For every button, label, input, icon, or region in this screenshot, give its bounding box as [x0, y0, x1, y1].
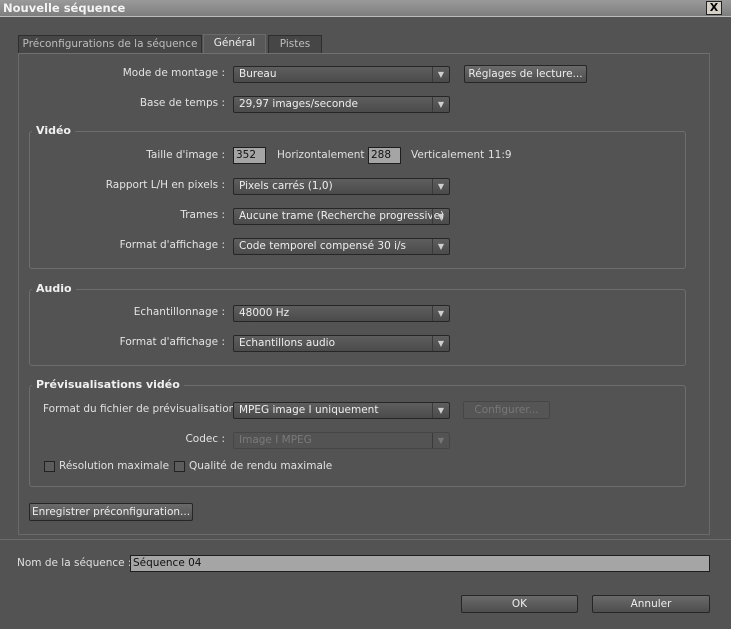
pixel-aspect-dropdown[interactable]: Pixels carrés (1,0) ▼ [233, 178, 450, 195]
frame-size-label: Taille d'image : [146, 149, 225, 161]
video-display-format-value: Code temporel compensé 30 i/s [239, 240, 407, 252]
ok-button[interactable]: OK [461, 595, 578, 613]
preview-format-dropdown[interactable]: MPEG image I uniquement ▼ [233, 402, 450, 419]
fields-dropdown[interactable]: Aucune trame (Recherche progressive) ▼ [233, 208, 450, 225]
audio-display-format-label: Format d'affichage : [119, 336, 225, 348]
chevron-down-icon: ▼ [432, 179, 449, 194]
tab-general[interactable]: Général [203, 34, 266, 54]
close-button[interactable]: X [706, 1, 722, 15]
chevron-down-icon: ▼ [432, 209, 449, 224]
audio-display-format-value: Echantillons audio [239, 337, 336, 349]
video-previews-group-title: Prévisualisations vidéo [32, 378, 184, 391]
chevron-down-icon: ▼ [432, 306, 449, 321]
tab-tracks[interactable]: Pistes [268, 35, 322, 54]
chevron-down-icon: ▼ [432, 403, 449, 418]
pixel-aspect-label: Rapport L/H en pixels : [105, 179, 225, 191]
timebase-value: 29,97 images/seconde [239, 98, 359, 110]
cancel-button[interactable]: Annuler [592, 595, 710, 613]
fields-label: Trames : [180, 209, 225, 221]
fields-value: Aucune trame (Recherche progressive) [239, 210, 445, 222]
save-preset-button[interactable]: Enregistrer préconfiguration... [29, 503, 193, 521]
max-quality-checkbox[interactable] [174, 461, 185, 472]
chevron-down-icon: ▼ [432, 336, 449, 351]
audio-group [29, 289, 686, 366]
codec-dropdown[interactable]: Image I MPEG ▼ [233, 432, 450, 449]
frame-height-input[interactable]: 288 [368, 147, 401, 164]
timebase-dropdown[interactable]: 29,97 images/seconde ▼ [233, 96, 450, 113]
max-resolution-label: Résolution maximale [59, 460, 170, 472]
video-group-title: Vidéo [32, 124, 75, 137]
video-display-format-dropdown[interactable]: Code temporel compensé 30 i/s ▼ [233, 238, 450, 255]
aspect-ratio: 11:9 [488, 149, 512, 161]
divider [0, 539, 731, 540]
codec-value: Image I MPEG [239, 434, 312, 446]
audio-display-format-dropdown[interactable]: Echantillons audio ▼ [233, 335, 450, 352]
editing-mode-dropdown[interactable]: Bureau ▼ [233, 66, 450, 83]
preview-format-value: MPEG image I uniquement [239, 404, 379, 416]
sequence-name-input[interactable]: Séquence 04 [130, 555, 710, 572]
video-display-format-label: Format d'affichage : [119, 239, 225, 251]
sequence-name-label: Nom de la séquence : [17, 557, 132, 569]
window-title: Nouvelle séquence [3, 1, 126, 15]
frame-width-input[interactable]: 352 [233, 147, 266, 164]
audio-group-title: Audio [32, 282, 76, 295]
vertical-label: Verticalement [411, 149, 485, 161]
chevron-down-icon: ▼ [432, 239, 449, 254]
chevron-down-icon: ▼ [432, 67, 449, 82]
playback-settings-button[interactable]: Réglages de lecture... [464, 65, 587, 83]
chevron-down-icon: ▼ [432, 433, 449, 448]
horizontal-label: Horizontalement [277, 149, 365, 161]
max-resolution-checkbox[interactable] [44, 461, 55, 472]
codec-label: Codec : [185, 433, 225, 445]
editing-mode-label: Mode de montage : [122, 67, 225, 79]
sample-rate-dropdown[interactable]: 48000 Hz ▼ [233, 305, 450, 322]
max-quality-label: Qualité de rendu maximale [189, 460, 333, 472]
configure-button[interactable]: Configurer... [463, 401, 550, 419]
preview-format-label: Format du fichier de prévisualisation : [43, 403, 243, 415]
sample-rate-value: 48000 Hz [239, 307, 290, 319]
timebase-label: Base de temps : [139, 97, 225, 109]
pixel-aspect-value: Pixels carrés (1,0) [239, 180, 333, 192]
tab-sequence-presets[interactable]: Préconfigurations de la séquence [18, 35, 202, 54]
sample-rate-label: Echantillonnage : [133, 306, 225, 318]
chevron-down-icon: ▼ [432, 97, 449, 112]
editing-mode-value: Bureau [239, 68, 277, 80]
